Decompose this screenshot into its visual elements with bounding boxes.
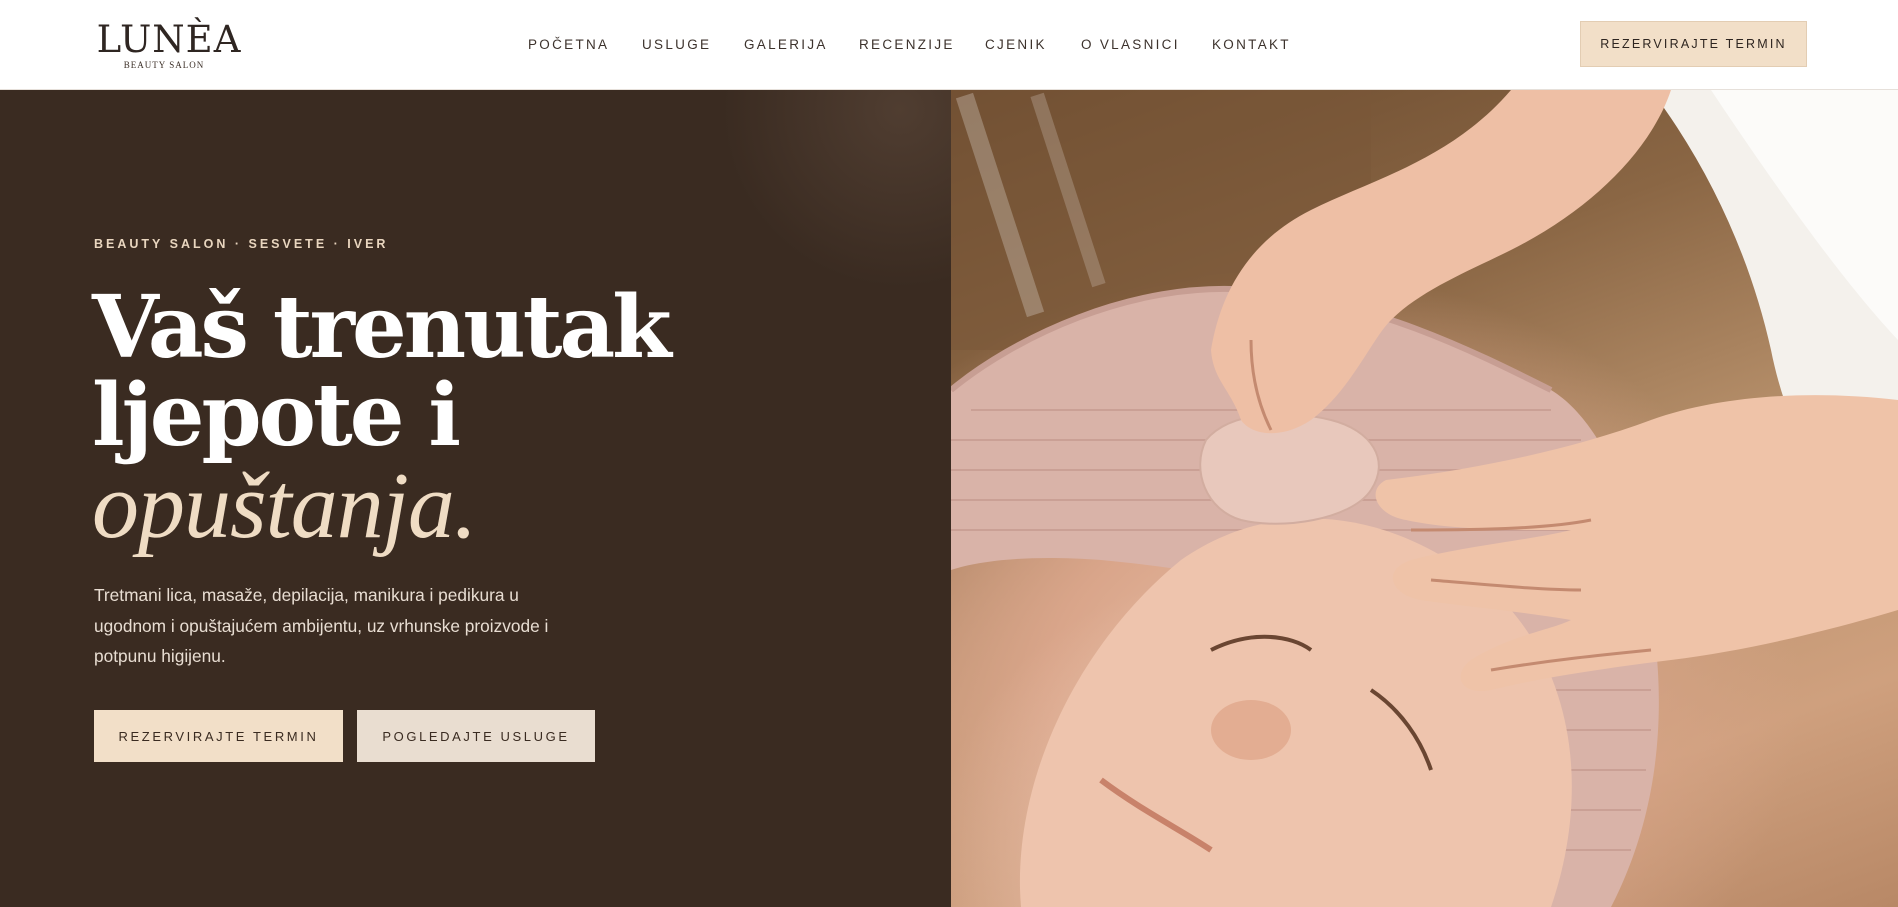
site-header: LUNÈA BEAUTY SALON POČETNA USLUGE GALERI… bbox=[0, 0, 1898, 90]
headline-line-2: ljepote i bbox=[92, 365, 461, 466]
headline-accent: opuštanja. bbox=[92, 454, 477, 558]
nav-item-usluge[interactable]: USLUGE bbox=[642, 36, 711, 54]
hero-services-button[interactable]: POGLEDAJTE USLUGE bbox=[357, 710, 595, 762]
nav-item-cjenik[interactable]: CJENIK bbox=[985, 36, 1047, 54]
nav-item-recenzije[interactable]: RECENZIJE bbox=[859, 36, 955, 54]
header-book-button[interactable]: REZERVIRAJTE TERMIN bbox=[1580, 21, 1807, 67]
nav-item-galerija[interactable]: GALERIJA bbox=[744, 36, 828, 54]
nav-item-o-vlasnici[interactable]: O VLASNICI bbox=[1081, 36, 1180, 54]
hero-photo bbox=[951, 90, 1898, 907]
hero-glow-decoration bbox=[720, 90, 951, 290]
hero-eyebrow: BEAUTY SALON · SESVETE · IVER bbox=[94, 237, 389, 251]
nav-item-kontakt[interactable]: KONTAKT bbox=[1212, 36, 1291, 54]
brand-tagline: BEAUTY SALON bbox=[123, 60, 205, 70]
hero-lead-text: Tretmani lica, masaže, depilacija, manik… bbox=[94, 585, 549, 666]
nav-item-pocetna[interactable]: POČETNA bbox=[528, 36, 609, 54]
hero-headline: Vaš trenutak ljepote i opuštanja. bbox=[92, 277, 812, 558]
facial-treatment-illustration bbox=[951, 90, 1898, 907]
hero-book-button[interactable]: REZERVIRAJTE TERMIN bbox=[94, 710, 343, 762]
headline-line-1: Vaš trenutak bbox=[92, 277, 672, 378]
hero-section: BEAUTY SALON · SESVETE · IVER Vaš trenut… bbox=[0, 90, 951, 907]
